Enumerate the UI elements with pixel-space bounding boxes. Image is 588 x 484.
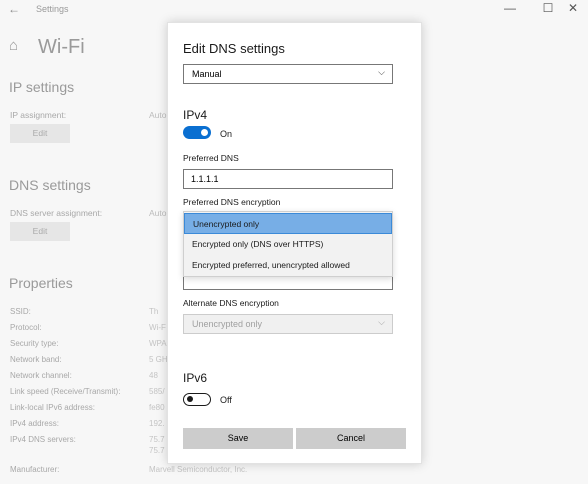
property-label: IPv4 address: (10, 419, 59, 428)
preferred-encryption-label: Preferred DNS encryption (183, 197, 281, 207)
property-value: 192. (149, 419, 165, 428)
property-value: Th (149, 307, 159, 316)
page-title: Wi-Fi (38, 36, 85, 58)
properties-heading: Properties (9, 275, 73, 291)
property-value: WPA (149, 339, 167, 348)
dns-mode-value: Manual (192, 69, 222, 79)
dns-settings-heading: DNS settings (9, 177, 91, 193)
property-label: SSID: (10, 307, 31, 316)
dns-mode-select[interactable]: Manual ⌵ (183, 64, 393, 84)
encryption-dropdown-list[interactable]: Unencrypted only Encrypted only (DNS ove… (183, 211, 393, 277)
ipv4-heading: IPv4 (183, 108, 208, 122)
ip-edit-button[interactable]: Edit (10, 124, 70, 143)
ipv6-heading: IPv6 (183, 371, 208, 385)
property-value: 48 (149, 371, 158, 380)
property-label: Link-local IPv6 address: (10, 403, 95, 412)
property-label: Network band: (10, 355, 62, 364)
ipv4-toggle[interactable] (183, 126, 211, 139)
title-bar: ← Settings — ☐ ✕ (0, 0, 588, 18)
ip-settings-heading: IP settings (9, 79, 75, 95)
preferred-dns-value: 1.1.1.1 (191, 174, 219, 184)
ipv4-toggle-label: On (220, 129, 233, 139)
save-button[interactable]: Save (183, 428, 293, 449)
manufacturer-value: Marvell Semiconductor, Inc. (149, 465, 248, 474)
dropdown-option-selected[interactable]: Unencrypted only (184, 213, 392, 234)
dns-assignment-label: DNS server assignment: (10, 208, 103, 218)
manufacturer-label: Manufacturer: (10, 465, 60, 474)
property-value: 585/ (149, 387, 165, 396)
property-value: 75.7 (149, 435, 165, 444)
app-title: Settings (36, 4, 69, 14)
dropdown-option[interactable]: Encrypted only (DNS over HTTPS) (184, 234, 392, 255)
edit-dns-dialog: Edit DNS settings Manual ⌵ IPv4 On Prefe… (167, 22, 422, 464)
property-label: Network channel: (10, 371, 72, 380)
property-label: Security type: (10, 339, 59, 348)
dns-edit-button[interactable]: Edit (10, 222, 70, 241)
ipv6-toggle-label: Off (220, 395, 232, 405)
ip-assignment-label: IP assignment: (10, 110, 67, 120)
property-label: Link speed (Receive/Transmit): (10, 387, 121, 396)
maximize-icon[interactable]: ☐ (538, 1, 558, 15)
cancel-button[interactable]: Cancel (296, 428, 406, 449)
chevron-down-icon: ⌵ (378, 67, 385, 77)
toggle-knob (201, 129, 208, 136)
ip-assignment-value: Auto (149, 110, 167, 120)
dns-assignment-value: Auto (149, 208, 167, 218)
ipv6-toggle[interactable] (183, 393, 211, 406)
toggle-knob (187, 396, 193, 402)
alternate-encryption-value: Unencrypted only (192, 319, 263, 329)
preferred-dns-label: Preferred DNS (183, 153, 239, 163)
dialog-title: Edit DNS settings (183, 41, 285, 56)
property-value: fe80 (149, 403, 165, 412)
close-icon[interactable]: ✕ (563, 1, 583, 15)
property-value: 5 GH (149, 355, 168, 364)
property-label: Protocol: (10, 323, 42, 332)
dropdown-option[interactable]: Encrypted preferred, unencrypted allowed (184, 255, 392, 276)
home-icon[interactable]: ⌂ (9, 37, 18, 54)
property-value-extra: 75.7 (149, 446, 165, 455)
alternate-encryption-select: Unencrypted only ⌵ (183, 314, 393, 334)
minimize-icon[interactable]: — (500, 1, 520, 15)
property-value: Wi-F (149, 323, 166, 332)
back-arrow-icon[interactable]: ← (8, 2, 20, 16)
property-label: IPv4 DNS servers: (10, 435, 76, 444)
preferred-dns-input[interactable]: 1.1.1.1 (183, 169, 393, 189)
chevron-down-icon: ⌵ (378, 317, 385, 327)
alternate-encryption-label: Alternate DNS encryption (183, 298, 279, 308)
